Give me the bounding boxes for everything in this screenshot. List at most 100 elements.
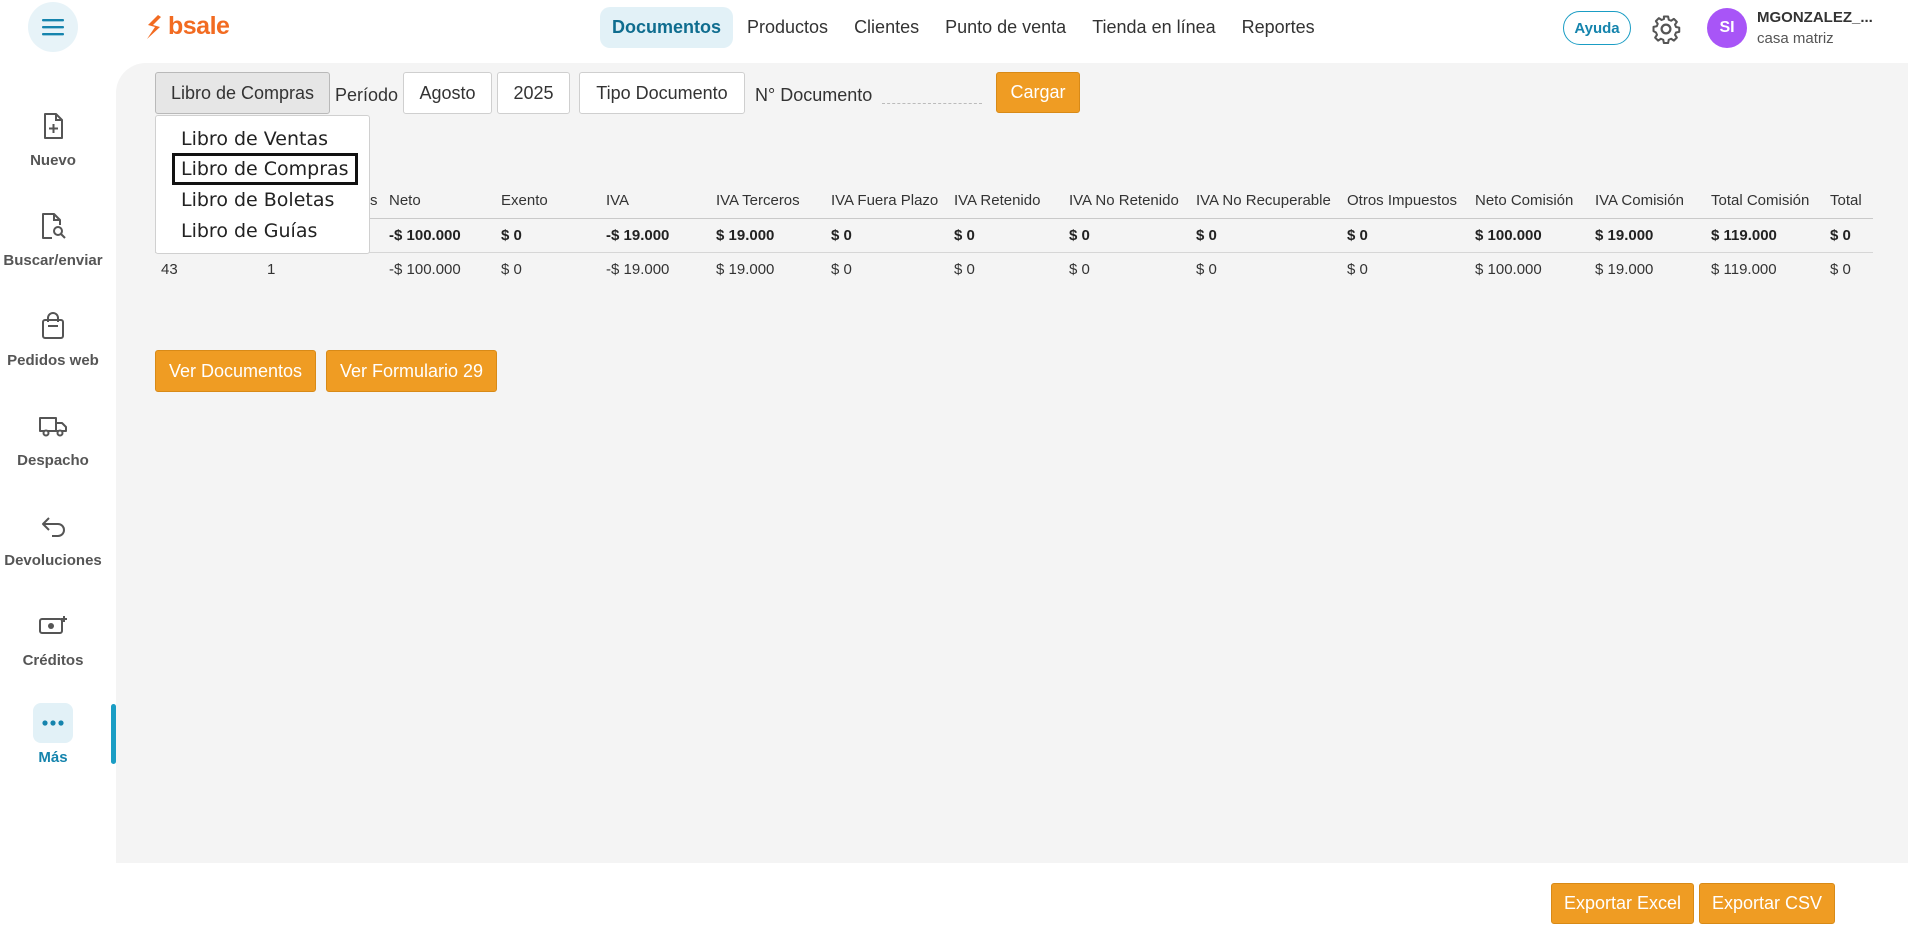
dropdown-option-libro-de-ventas[interactable]: Libro de Ventas	[181, 128, 328, 150]
book-type-select[interactable]: Libro de Compras	[155, 72, 330, 114]
row-count-cell: 1	[267, 261, 276, 278]
table-header-cell: Neto	[389, 192, 421, 209]
dropdown-option-libro-de-boletas[interactable]: Libro de Boletas	[181, 189, 334, 211]
table-header-cell: IVA Retenido	[954, 192, 1041, 209]
totals-cell: $ 0	[501, 227, 522, 244]
table-header-cell: Neto Comisión	[1475, 192, 1574, 209]
table-row-divider	[155, 252, 1873, 253]
sidebar-item-buscar-enviar[interactable]: Buscar/enviar	[0, 206, 106, 269]
user-branch: casa matriz	[1757, 30, 1834, 47]
table-header-cell: Otros Impuestos	[1347, 192, 1458, 209]
view-form29-button[interactable]: Ver Formulario 29	[326, 350, 497, 392]
totals-cell: $ 0	[1196, 227, 1217, 244]
table-cell: $ 0	[1830, 261, 1851, 278]
totals-cell: $ 19.000	[1595, 227, 1654, 244]
table-header-cell: IVA Terceros	[716, 192, 800, 209]
document-type-select[interactable]: Tipo Documento	[579, 72, 745, 114]
totals-cell: $ 0	[1069, 227, 1090, 244]
nav-productos[interactable]: Productos	[735, 7, 840, 48]
gear-icon[interactable]	[1651, 14, 1681, 44]
totals-cell: $ 19.000	[716, 227, 775, 244]
nav-reportes[interactable]: Reportes	[1230, 7, 1327, 48]
sidebar-item-label: Más	[38, 749, 68, 766]
dropdown-option-libro-de-compras[interactable]: Libro de Compras	[172, 153, 358, 185]
export-excel-button[interactable]: Exportar Excel	[1551, 883, 1694, 924]
totals-cell: -$ 100.000	[389, 227, 461, 244]
totals-cell: $ 0	[1347, 227, 1368, 244]
sidebar-item-mas[interactable]: Más	[0, 703, 106, 766]
nav-documentos[interactable]: Documentos	[600, 7, 734, 48]
table-cell: $ 0	[501, 261, 522, 278]
totals-cell: $ 0	[954, 227, 975, 244]
table-header-cell: IVA	[606, 192, 630, 209]
table-cell: $ 0	[1347, 261, 1368, 278]
cash-plus-icon	[33, 606, 73, 646]
table-header-cell: IVA Fuera Plazo	[831, 192, 939, 209]
new-document-icon	[33, 106, 73, 146]
sidebar-item-label: Nuevo	[30, 152, 76, 169]
user-name[interactable]: MGONZALEZ_...	[1757, 9, 1873, 26]
nav-clientes[interactable]: Clientes	[842, 7, 931, 48]
table-cell: $ 0	[1069, 261, 1090, 278]
hamburger-icon	[42, 19, 64, 36]
bsale-logo[interactable]: bsale	[144, 12, 230, 41]
main-nav: Documentos Productos Clientes Punto de v…	[600, 7, 1327, 48]
nav-punto-de-venta[interactable]: Punto de venta	[933, 7, 1078, 48]
table-header-partial: s	[370, 192, 378, 209]
return-arrow-icon	[33, 506, 73, 546]
content-panel	[116, 63, 1908, 863]
document-number-label: N° Documento	[755, 85, 873, 105]
hamburger-menu-button[interactable]	[28, 2, 78, 52]
table-header-cell: Exento	[501, 192, 548, 209]
user-avatar[interactable]: SI	[1707, 8, 1747, 48]
sidebar-item-nuevo[interactable]: Nuevo	[0, 106, 106, 169]
table-header-cell: IVA No Recuperable	[1196, 192, 1331, 209]
totals-cell: $ 0	[1830, 227, 1851, 244]
totals-cell: $ 100.000	[1475, 227, 1542, 244]
book-type-dropdown: Libro de Ventas Libro de Compras Libro d…	[155, 115, 370, 254]
sidebar	[0, 56, 116, 927]
shopping-bag-icon	[33, 306, 73, 346]
table-header-cell: Total	[1830, 192, 1862, 209]
brand-name: bsale	[168, 12, 230, 40]
table-cell: -$ 19.000	[606, 261, 670, 278]
bsale-logo-icon	[147, 14, 161, 39]
table-cell: $ 100.000	[1475, 261, 1542, 278]
table-cell: $ 19.000	[1595, 261, 1654, 278]
table-header-cell: IVA Comisión	[1595, 192, 1684, 209]
export-csv-button[interactable]: Exportar CSV	[1699, 883, 1835, 924]
nav-tienda-en-linea[interactable]: Tienda en línea	[1080, 7, 1227, 48]
table-header-cell: Total Comisión	[1711, 192, 1810, 209]
row-type-code-cell: 43	[161, 261, 178, 278]
sidebar-item-label: Créditos	[22, 652, 84, 669]
table-cell: -$ 100.000	[389, 261, 461, 278]
period-label: Período	[335, 85, 399, 105]
table-cell: $ 0	[954, 261, 975, 278]
month-select[interactable]: Agosto	[403, 72, 492, 114]
table-cell: $ 19.000	[716, 261, 775, 278]
totals-cell: -$ 19.000	[606, 227, 670, 244]
sidebar-item-creditos[interactable]: Créditos	[0, 606, 106, 669]
table-cell: $ 0	[1196, 261, 1217, 278]
sidebar-item-label: Pedidos web	[7, 352, 99, 369]
view-documents-button[interactable]: Ver Documentos	[155, 350, 316, 392]
totals-cell: $ 0	[831, 227, 852, 244]
help-button[interactable]: Ayuda	[1563, 11, 1631, 45]
sidebar-item-pedidos-web[interactable]: Pedidos web	[0, 306, 106, 369]
table-header-divider	[155, 218, 1873, 219]
load-button[interactable]: Cargar	[996, 72, 1080, 113]
sidebar-item-label: Devoluciones	[4, 552, 102, 569]
table-cell: $ 119.000	[1711, 261, 1777, 278]
sidebar-item-label: Despacho	[17, 452, 89, 469]
dropdown-option-libro-de-guias[interactable]: Libro de Guías	[181, 220, 317, 242]
search-document-icon	[33, 206, 73, 246]
sidebar-item-despacho[interactable]: Despacho	[0, 406, 106, 469]
sidebar-item-label: Buscar/enviar	[3, 252, 103, 269]
table-header-cell: IVA No Retenido	[1069, 192, 1179, 209]
table-cell: $ 0	[831, 261, 852, 278]
document-number-input[interactable]	[882, 84, 982, 104]
totals-cell: $ 119.000	[1711, 227, 1777, 244]
more-dots-icon	[33, 703, 73, 743]
sidebar-item-devoluciones[interactable]: Devoluciones	[0, 506, 106, 569]
year-select[interactable]: 2025	[497, 72, 570, 114]
